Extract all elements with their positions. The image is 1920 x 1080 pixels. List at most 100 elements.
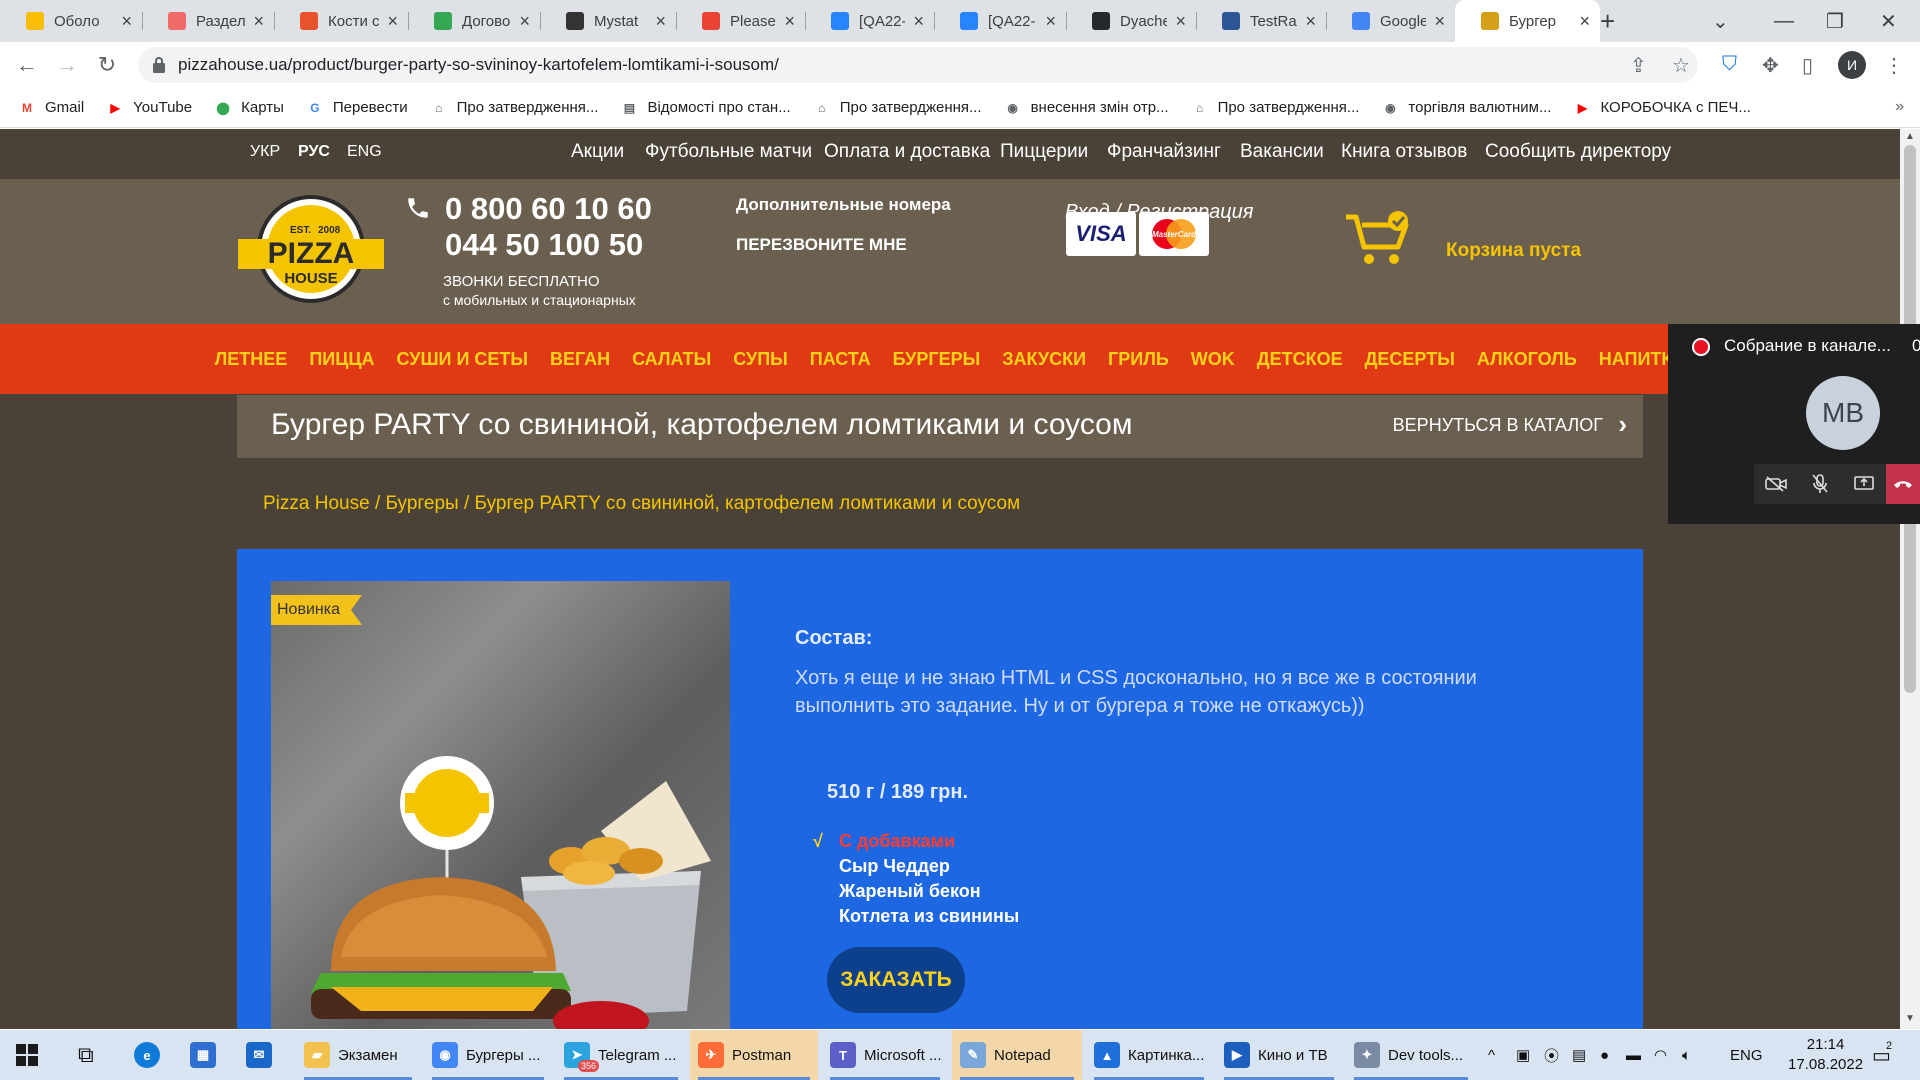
menu-vacancies[interactable]: Вакансии [1240,141,1324,163]
tray-monitor-icon[interactable]: ▤ [1572,1030,1586,1080]
bookmark-5[interactable]: ▤ Відомості про стан... [620,99,791,117]
tray-battery-icon[interactable]: ▬ [1626,1030,1641,1080]
phone-number-2[interactable]: 044 50 100 50 [445,227,643,263]
close-tab-icon[interactable]: × [1434,11,1445,32]
tab-4[interactable]: Mystat × [540,0,676,42]
meeting-title[interactable]: Собрание в канале... [1724,336,1891,356]
taskbar-app-4[interactable]: T Microsoft ... [822,1030,948,1080]
bookmark-0[interactable]: M Gmail [18,99,84,117]
order-button[interactable]: ЗАКАЗАТЬ [827,947,965,1013]
category-11[interactable]: ДЕТСКОЕ [1257,349,1343,370]
bookmark-2[interactable]: ⬤ Карты [214,99,283,117]
cart-icon[interactable] [1344,209,1414,269]
close-tab-icon[interactable]: × [655,11,666,32]
address-bar[interactable]: pizzahouse.ua/product/burger-party-so-sv… [138,47,1698,83]
tab-2[interactable]: Кости с × [274,0,408,42]
category-13[interactable]: АЛКОГОЛЬ [1477,349,1577,370]
bookmark-4[interactable]: ⌂ Про затвердження... [430,99,598,117]
new-tab-button[interactable]: + [1600,6,1615,37]
task-view-icon[interactable]: ⧉ [78,1030,94,1080]
shield-extension-icon[interactable]: ⛉ [1722,53,1737,76]
menu-director[interactable]: Сообщить директору [1485,141,1671,163]
lang-rus[interactable]: РУС [298,143,330,161]
tab-11[interactable]: Бургер × [1455,0,1600,42]
category-3[interactable]: ВЕГАН [550,349,610,370]
meeting-panel[interactable]: Собрание в канале... 0 MB [1668,324,1920,524]
taskbar-app-7[interactable]: ▶ Кино и ТВ [1216,1030,1342,1080]
tab-0[interactable]: Оболо × [0,0,142,42]
reload-icon[interactable]: ↻ [92,50,122,80]
tray-meet-icon[interactable]: ▣ [1516,1030,1530,1080]
menu-delivery[interactable]: Оплата и доставка [824,141,990,163]
tab-3[interactable]: Догово × [408,0,540,42]
taskbar-app-6[interactable]: ▲ Картинка... [1086,1030,1212,1080]
category-2[interactable]: СУШИ И СЕТЫ [396,349,528,370]
close-tab-icon[interactable]: × [519,11,530,32]
taskbar-app-3[interactable]: ✈ Postman [690,1030,818,1080]
tab-6[interactable]: [QA22- × [805,0,934,42]
tray-mic-icon[interactable]: ● [1600,1030,1609,1080]
taskbar-app-2[interactable]: ➤ Telegram ... 356 [556,1030,686,1080]
close-tab-icon[interactable]: × [121,11,132,32]
category-10[interactable]: WOK [1191,349,1235,370]
category-0[interactable]: ЛЕТНЕЕ [215,349,288,370]
menu-pizzerias[interactable]: Пиццерии [1000,141,1088,163]
menu-football[interactable]: Футбольные матчи [645,141,812,163]
maximize-button[interactable]: ❐ [1826,0,1844,42]
lang-eng[interactable]: ENG [347,143,382,161]
mail-icon[interactable]: ✉ [246,1030,280,1080]
category-9[interactable]: ГРИЛЬ [1108,349,1169,370]
edge-icon[interactable]: e [134,1030,168,1080]
taskbar-app-0[interactable]: ▰ Экзамен [296,1030,420,1080]
extensions-icon[interactable]: ✥ [1762,53,1779,78]
close-tab-icon[interactable]: × [1045,11,1056,32]
menu-franchise[interactable]: Франчайзинг [1107,141,1221,163]
chevron-right-icon[interactable]: › [1618,409,1627,440]
tray-language[interactable]: ENG [1730,1030,1763,1080]
notifications-icon[interactable]: ▭ [1872,1030,1891,1080]
close-tab-icon[interactable]: × [1305,11,1316,32]
close-tab-icon[interactable]: × [784,11,795,32]
close-tab-icon[interactable]: × [1579,11,1590,32]
call-me-link[interactable]: ПЕРЕЗВОНИТЕ МНЕ [736,235,907,255]
category-8[interactable]: ЗАКУСКИ [1002,349,1086,370]
bookmark-7[interactable]: ◉ внесення змін отр... [1004,99,1168,117]
mic-off-icon[interactable] [1798,464,1842,504]
menu-reviews[interactable]: Книга отзывов [1341,141,1467,163]
taskbar-app-1[interactable]: ◉ Бургеры ... [424,1030,552,1080]
category-12[interactable]: ДЕСЕРТЫ [1365,349,1455,370]
pizza-house-logo[interactable]: EST. 2008 PIZZA HOUSE [238,195,384,303]
options-header[interactable]: С добавками [839,831,955,852]
scroll-up-icon[interactable]: ▲ [1905,131,1915,142]
bookmark-8[interactable]: ⌂ Про затвердження... [1191,99,1359,117]
close-tab-icon[interactable]: × [1175,11,1186,32]
camera-off-icon[interactable] [1754,464,1798,504]
tab-1[interactable]: Раздел × [142,0,274,42]
tray-chevron-icon[interactable]: ^ [1488,1030,1495,1080]
taskbar-app-5[interactable]: ✎ Notepad [952,1030,1082,1080]
bookmark-1[interactable]: ▶ YouTube [106,99,193,117]
bookmark-9[interactable]: ◉ торгівля валютним... [1381,99,1551,117]
share-screen-icon[interactable] [1842,464,1886,504]
extra-numbers-link[interactable]: Дополнительные номера [736,195,951,215]
category-1[interactable]: ПИЦЦА [309,349,374,370]
bookmark-6[interactable]: ⌂ Про затвердження... [813,99,981,117]
tab-5[interactable]: Please c× [676,0,805,42]
breadcrumb[interactable]: Pizza House / Бургеры / Бургер PARTY со … [263,493,1020,515]
lang-ukr[interactable]: УКР [250,143,280,161]
bookmark-star-icon[interactable]: ☆ [1672,53,1690,78]
store-icon[interactable]: ▦ [190,1030,224,1080]
category-4[interactable]: САЛАТЫ [632,349,711,370]
side-panel-icon[interactable]: ▯ [1802,53,1813,78]
close-window-button[interactable]: ✕ [1880,0,1897,42]
share-icon[interactable]: ⇪ [1630,53,1647,78]
category-5[interactable]: СУПЫ [733,349,788,370]
taskbar-app-8[interactable]: ✦ Dev tools... [1346,1030,1476,1080]
cart-status[interactable]: Корзина пуста [1446,240,1581,262]
more-bookmarks-icon[interactable]: » [1895,98,1904,116]
tab-search-icon[interactable]: ⌄ [1712,0,1729,42]
windows-start-icon[interactable] [16,1030,38,1080]
hang-up-icon[interactable] [1886,464,1920,504]
tray-network-icon[interactable]: ⦿ [1544,1030,1559,1080]
close-tab-icon[interactable]: × [387,11,398,32]
